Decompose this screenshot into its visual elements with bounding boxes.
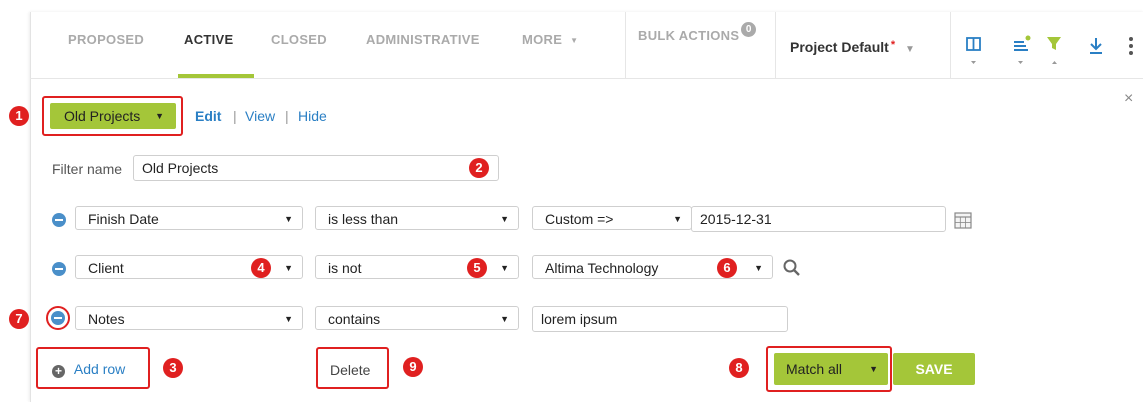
date-value: 2015-12-31 xyxy=(700,211,772,227)
view-link[interactable]: View xyxy=(245,108,275,124)
add-icon: + xyxy=(52,365,65,378)
bulk-actions-count-badge: 0 xyxy=(741,22,757,37)
field-value: Finish Date xyxy=(88,211,159,227)
saved-filter-value: Old Projects xyxy=(64,108,141,124)
bulk-actions-button[interactable]: BULK ACTIONS 0 xyxy=(638,22,757,43)
callout-1: 1 xyxy=(9,106,29,126)
add-row-label: Add row xyxy=(73,361,126,377)
tab-active[interactable]: ACTIVE xyxy=(184,32,233,47)
toolbar-separator xyxy=(950,12,951,78)
chevron-down-icon: ▼ xyxy=(904,44,915,55)
operator-select[interactable]: is not ▼ xyxy=(315,255,519,279)
toolbar-separator xyxy=(775,12,776,78)
tab-administrative[interactable]: ADMINISTRATIVE xyxy=(366,32,480,47)
hide-link[interactable]: Hide xyxy=(298,108,327,124)
notes-value: lorem ipsum xyxy=(541,311,618,327)
chevron-down-icon: ▼ xyxy=(500,314,509,324)
calendar-icon[interactable] xyxy=(954,212,972,229)
callout-6: 6 xyxy=(717,258,737,278)
tab-proposed[interactable]: PROPOSED xyxy=(68,32,144,47)
field-value: Notes xyxy=(88,311,125,327)
callout-8: 8 xyxy=(729,358,749,378)
notes-input[interactable]: lorem ipsum xyxy=(532,306,788,332)
more-options-icon[interactable] xyxy=(1128,36,1134,56)
match-mode-value: Match all xyxy=(786,361,843,377)
filter-icon[interactable] xyxy=(1046,35,1064,65)
value-mode-value: Custom => xyxy=(545,211,614,227)
view-selector[interactable]: Project Default * ▼ xyxy=(790,39,915,55)
close-icon[interactable]: × xyxy=(1124,90,1133,108)
columns-icon[interactable] xyxy=(966,37,982,65)
save-button[interactable]: SAVE xyxy=(893,353,975,385)
operator-value: is less than xyxy=(328,211,399,227)
add-row-button[interactable]: + Add row xyxy=(52,361,125,378)
filter-name-input[interactable]: Old Projects xyxy=(133,155,499,181)
search-icon[interactable] xyxy=(782,258,802,278)
toolbar-separator xyxy=(625,12,626,78)
match-mode-dropdown[interactable]: Match all ▼ xyxy=(774,353,888,385)
callout-4: 4 xyxy=(251,258,271,278)
chevron-down-icon: ▼ xyxy=(754,263,763,273)
chevron-down-icon: ▼ xyxy=(500,263,509,273)
callout-5: 5 xyxy=(467,258,487,278)
field-select[interactable]: Finish Date ▼ xyxy=(75,206,303,230)
download-icon[interactable] xyxy=(1088,37,1104,55)
callout-7: 7 xyxy=(9,309,29,329)
remove-row-icon[interactable] xyxy=(51,311,65,325)
operator-value: is not xyxy=(328,260,362,276)
callout-9: 9 xyxy=(403,357,423,377)
link-separator: | xyxy=(233,108,237,124)
tab-closed[interactable]: CLOSED xyxy=(271,32,327,47)
operator-select[interactable]: contains ▼ xyxy=(315,306,519,330)
chevron-down-icon: ▼ xyxy=(570,36,579,45)
sort-icon[interactable] xyxy=(1012,33,1032,65)
chevron-down-icon: ▼ xyxy=(500,214,509,224)
filter-name-label: Filter name xyxy=(52,161,123,177)
operator-value: contains xyxy=(328,311,381,327)
chevron-down-icon: ▼ xyxy=(673,214,682,224)
value-mode-select[interactable]: Custom => ▼ xyxy=(532,206,692,230)
operator-select[interactable]: is less than ▼ xyxy=(315,206,519,230)
view-modified-marker: * xyxy=(890,39,896,51)
chevron-down-icon: ▼ xyxy=(284,314,293,324)
edit-link[interactable]: Edit xyxy=(195,108,221,124)
chevron-down-icon: ▼ xyxy=(869,364,878,374)
remove-row-icon[interactable] xyxy=(52,262,66,276)
filter-name-value: Old Projects xyxy=(142,160,219,176)
field-select[interactable]: Notes ▼ xyxy=(75,306,303,330)
chevron-down-icon: ▼ xyxy=(284,214,293,224)
bulk-actions-label: BULK ACTIONS xyxy=(638,28,740,43)
callout-2: 2 xyxy=(469,158,489,178)
link-separator: | xyxy=(285,108,289,124)
active-tab-indicator xyxy=(178,74,254,78)
remove-row-icon[interactable] xyxy=(52,213,66,227)
tab-more[interactable]: MORE ▼ xyxy=(522,32,578,47)
field-value: Client xyxy=(88,260,124,276)
chevron-down-icon: ▼ xyxy=(155,111,164,121)
saved-filter-dropdown[interactable]: Old Projects ▼ xyxy=(50,103,176,129)
callout-3: 3 xyxy=(163,358,183,378)
date-input[interactable]: 2015-12-31 xyxy=(691,206,946,232)
client-value: Altima Technology xyxy=(545,260,659,276)
chevron-down-icon: ▼ xyxy=(284,263,293,273)
view-name: Project Default xyxy=(790,39,889,55)
tab-more-label: MORE xyxy=(522,32,563,47)
delete-button[interactable]: Delete xyxy=(330,362,370,378)
